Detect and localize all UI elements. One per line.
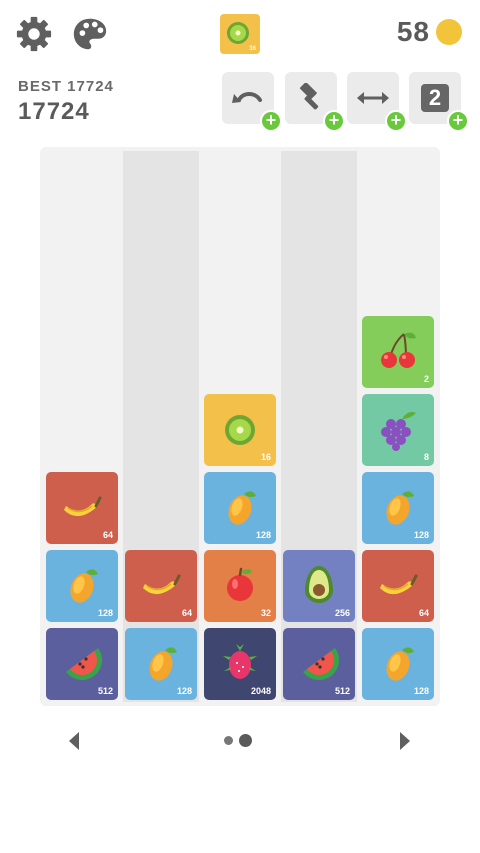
previous-page-icon[interactable] <box>67 731 81 751</box>
tile-value: 128 <box>413 686 429 696</box>
hammer-icon <box>299 83 319 110</box>
best-score-label: BEST 17724 <box>18 78 114 95</box>
tile-value: 2 <box>423 374 429 384</box>
fruit-tile-dragonfruit: 2048 <box>204 628 276 700</box>
page-dot[interactable] <box>239 734 252 747</box>
fruit-tile-grapes: 8 <box>362 394 434 466</box>
tile-value: 256 <box>334 608 350 618</box>
tile-value: 64 <box>418 608 429 618</box>
add-two-tile-icon[interactable]: + <box>447 110 469 132</box>
tile-value: 512 <box>334 686 350 696</box>
fruit-tile-mango: 128 <box>362 472 434 544</box>
tile-value: 64 <box>102 530 113 540</box>
page-indicator <box>224 734 252 747</box>
tile-value: 16 <box>260 452 271 462</box>
two-icon: 2 <box>421 84 449 112</box>
fruit-tile-mango: 128 <box>46 550 118 622</box>
settings-gear-icon[interactable] <box>14 14 54 54</box>
current-score: 17724 <box>18 98 90 125</box>
next-fruit-value: 16 <box>249 46 256 52</box>
next-page-icon[interactable] <box>398 731 412 751</box>
fruit-tile-cherry: 2 <box>362 316 434 388</box>
tile-value: 32 <box>260 608 271 618</box>
tile-value: 2048 <box>250 686 271 696</box>
swap-icon <box>357 92 389 104</box>
coin-count: 58 <box>396 16 430 47</box>
fruit-tile-avocado: 256 <box>283 550 355 622</box>
game-board: 512 128 64 128 64 2048 32 128 16 512 256 128 64 128 8 2 <box>40 147 440 706</box>
fruit-tile-watermelon: 512 <box>46 628 118 700</box>
tile-value: 8 <box>423 452 429 462</box>
coin-icon <box>436 19 462 45</box>
fruit-tile-mango: 128 <box>125 628 197 700</box>
fruit-tile-banana: 64 <box>46 472 118 544</box>
add-swap-icon[interactable]: + <box>385 110 407 132</box>
undo-icon <box>232 92 262 103</box>
page-dot[interactable] <box>224 736 233 745</box>
next-fruit-preview: 16 <box>220 14 260 54</box>
tile-value: 128 <box>176 686 192 696</box>
palette-icon[interactable] <box>70 14 110 54</box>
fruit-tile-mango: 128 <box>362 628 434 700</box>
two-tile-button[interactable]: 2 + <box>409 72 469 132</box>
tile-value: 512 <box>97 686 113 696</box>
fruit-tile-mango: 128 <box>204 472 276 544</box>
fruit-tile-banana: 64 <box>362 550 434 622</box>
fruit-tile-apple: 32 <box>204 550 276 622</box>
tile-value: 64 <box>181 608 192 618</box>
add-undo-icon[interactable]: + <box>260 110 282 132</box>
tile-value: 128 <box>97 608 113 618</box>
tile-value: 128 <box>413 530 429 540</box>
fruit-tile-watermelon: 512 <box>283 628 355 700</box>
undo-button[interactable]: + <box>222 72 282 132</box>
fruit-tile-kiwi: 16 <box>204 394 276 466</box>
tile-value: 128 <box>255 530 271 540</box>
fruit-tile-banana: 64 <box>125 550 197 622</box>
hammer-button[interactable]: + <box>285 72 345 132</box>
add-hammer-icon[interactable]: + <box>323 110 345 132</box>
coin-counter: 58 <box>397 16 462 48</box>
swap-button[interactable]: + <box>347 72 407 132</box>
